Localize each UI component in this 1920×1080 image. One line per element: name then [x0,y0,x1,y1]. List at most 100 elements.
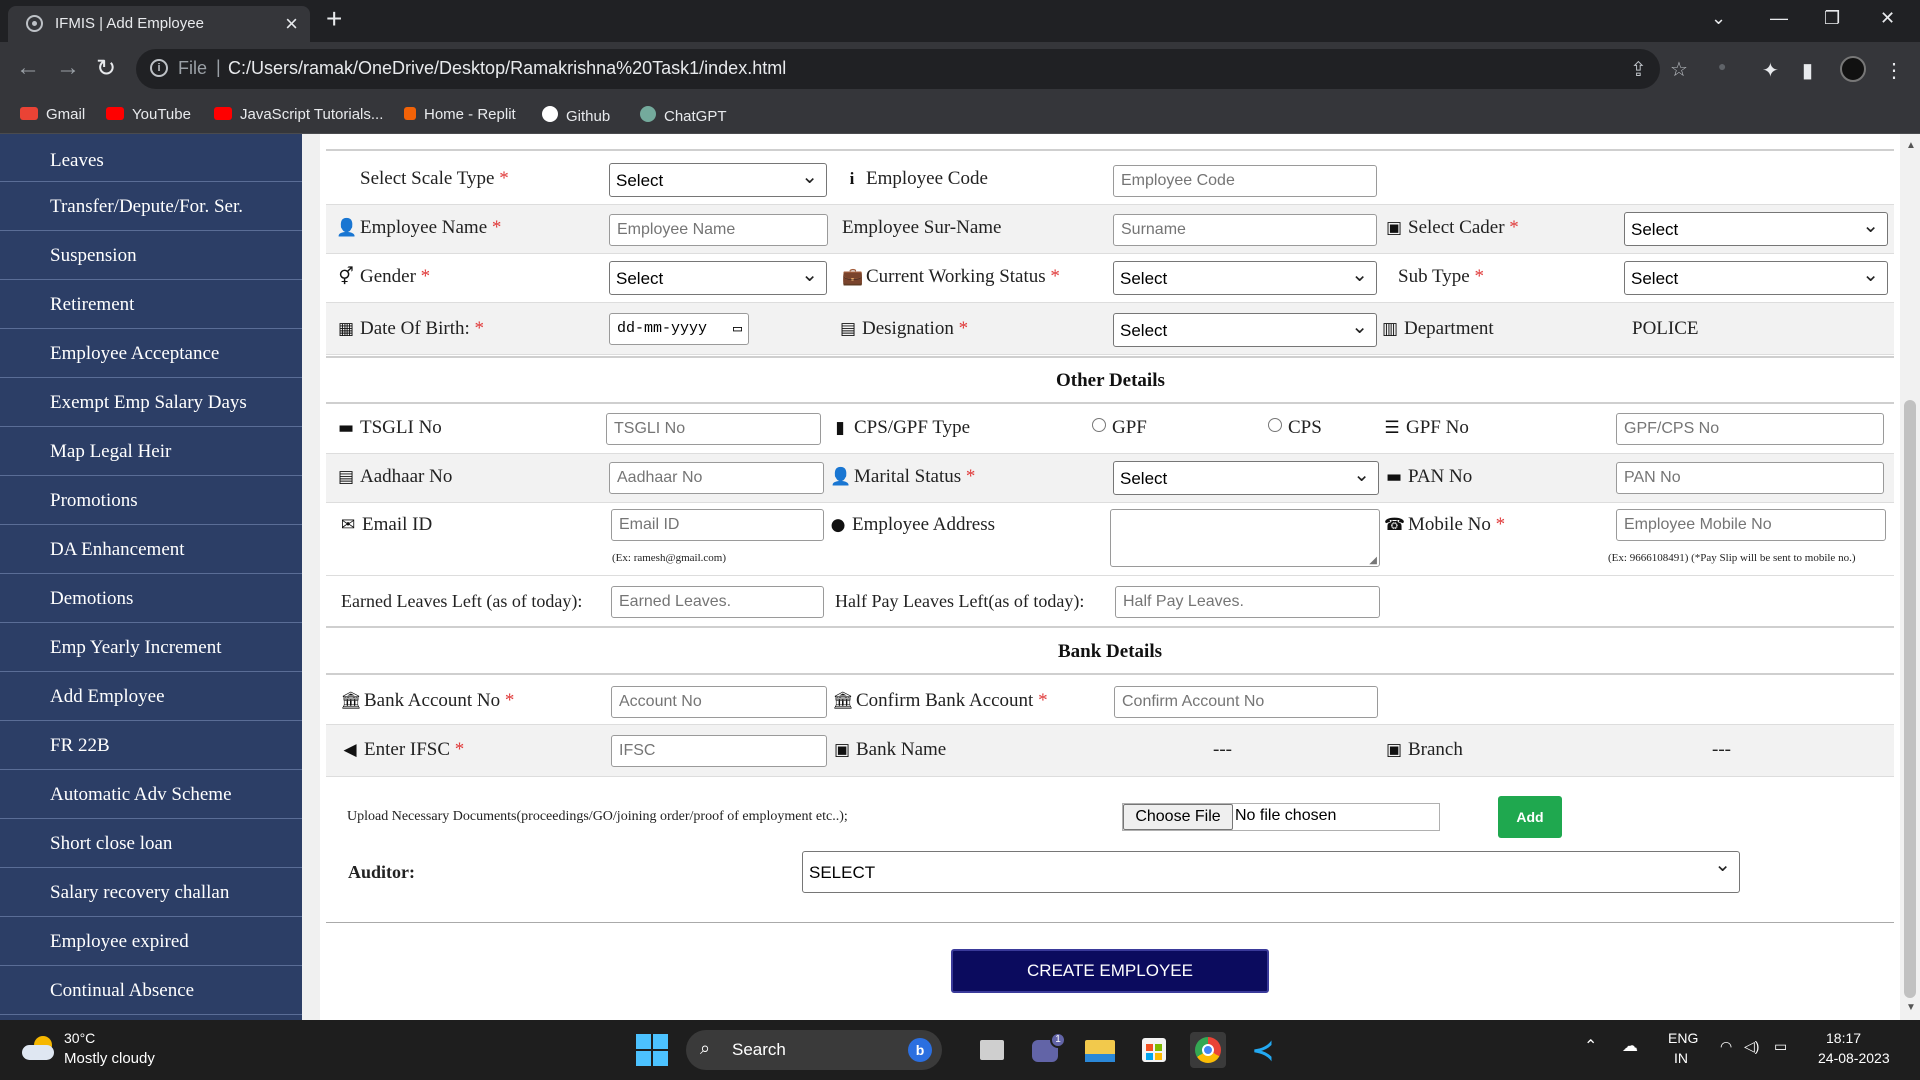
share-icon[interactable]: ⇪ [1630,57,1647,82]
microsoft-store-icon[interactable] [1136,1032,1172,1068]
aadhaar-input[interactable]: Aadhaar No [609,462,824,494]
sidebar-item-automatic-adv-scheme[interactable]: Automatic Adv Scheme [0,770,302,819]
gender-select[interactable]: Select [609,261,827,295]
bing-icon[interactable]: b [908,1038,932,1062]
gpf-no-input[interactable]: GPF/CPS No [1616,413,1884,445]
wifi-icon[interactable]: ◠ [1720,1038,1732,1055]
weather-condition[interactable]: Mostly cloudy [64,1050,155,1067]
resize-handle-icon[interactable]: ◢ [1369,555,1377,566]
clock-time[interactable]: 18:17 [1826,1030,1861,1046]
extension-dot-icon[interactable]: ● [1718,58,1726,74]
cader-select[interactable]: Select [1624,212,1888,246]
pan-input[interactable]: PAN No [1616,462,1884,494]
radio-cps[interactable]: CPS [1268,417,1322,439]
add-document-button[interactable]: Add [1498,796,1562,838]
bookmark-star-icon[interactable]: ☆ [1670,57,1688,82]
sidebar-item-da-enhancement[interactable]: DA Enhancement [0,525,302,574]
earned-leaves-input[interactable]: Earned Leaves. [611,586,824,618]
tab-close-button[interactable]: × [285,11,298,37]
tab-search-icon[interactable]: ⌄ [1711,8,1726,29]
clock-date[interactable]: 24-08-2023 [1818,1050,1890,1066]
windows-start-icon[interactable] [636,1034,668,1066]
sidebar-item-employee-acceptance[interactable]: Employee Acceptance [0,329,302,378]
sidebar-item-add-employee[interactable]: Add Employee [0,672,302,721]
mobile-input[interactable]: Employee Mobile No [1616,509,1886,541]
show-hidden-icons-icon[interactable]: ⌃ [1584,1036,1597,1056]
sidebar-item-employee-expired[interactable]: Employee expired [0,917,302,966]
sidebar-item-suspension[interactable]: Suspension [0,231,302,280]
radio-circle[interactable] [1092,418,1106,432]
battery-icon[interactable]: ▭ [1774,1038,1787,1055]
bookmark-javascript-tutorials[interactable]: JavaScript Tutorials... [214,106,383,123]
menu-kebab-icon[interactable]: ⋮ [1884,58,1904,83]
sidebar-item-retirement[interactable]: Retirement [0,280,302,329]
reload-icon[interactable]: ↻ [96,54,116,83]
minimize-icon[interactable]: — [1770,8,1788,29]
calendar-picker-icon[interactable]: ▭ [733,319,742,338]
sidebar-item-leaves[interactable]: Leaves [0,134,302,182]
radio-gpf[interactable]: GPF [1092,417,1147,439]
employee-name-input[interactable]: Employee Name [609,214,828,246]
page-scrollbar[interactable]: ▲ ▼ [1900,134,1920,1020]
sidebar-item-map-legal-heir[interactable]: Map Legal Heir [0,427,302,476]
url-text[interactable]: C:/Users/ramak/OneDrive/Desktop/Ramakris… [228,58,786,79]
bookmark-youtube[interactable]: YouTube [106,106,191,123]
bookmark-gmail[interactable]: Gmail [20,106,85,123]
scrollbar-thumb[interactable] [1904,400,1916,998]
sidebar-item-demotions[interactable]: Demotions [0,574,302,623]
weather-temperature[interactable]: 30°C [64,1030,95,1046]
restore-icon[interactable]: ❐ [1824,8,1840,29]
bookmark-replit[interactable]: Home - Replit [404,106,516,123]
sidebar-item-promotions[interactable]: Promotions [0,476,302,525]
sidebar-item-emp-yearly-increment[interactable]: Emp Yearly Increment [0,623,302,672]
volume-icon[interactable]: ◁) [1744,1038,1759,1055]
language-top[interactable]: ENG [1668,1030,1698,1046]
scale-type-select[interactable]: Select [609,163,827,197]
email-input[interactable]: Email ID [611,509,824,541]
onedrive-cloud-icon[interactable]: ☁ [1622,1036,1638,1056]
sidebar-item-short-close-loan[interactable]: Short close loan [0,819,302,868]
sub-type-select[interactable]: Select [1624,261,1888,295]
auditor-select[interactable]: SELECT [802,851,1740,893]
task-view-icon[interactable] [974,1032,1010,1068]
sidebar-item-exempt-emp-salary-days[interactable]: Exempt Emp Salary Days [0,378,302,427]
chrome-icon[interactable] [1190,1032,1226,1068]
weather-cloud-icon[interactable] [22,1036,56,1060]
half-pay-leaves-input[interactable]: Half Pay Leaves. [1115,586,1380,618]
file-explorer-icon[interactable] [1082,1032,1118,1068]
scroll-up-icon[interactable]: ▲ [1906,140,1916,151]
radio-circle[interactable] [1268,418,1282,432]
language-bottom[interactable]: IN [1674,1050,1688,1066]
create-employee-button[interactable]: CREATE EMPLOYEE [951,949,1269,993]
sidebar-item-continual-absence[interactable]: Continual Absence [0,966,302,1015]
designation-select[interactable]: Select [1113,313,1377,347]
address-bar[interactable]: i File | C:/Users/ramak/OneDrive/Desktop… [136,49,1688,89]
sidebar-item-salary-recovery-challan[interactable]: Salary recovery challan [0,868,302,917]
scroll-down-icon[interactable]: ▼ [1906,1002,1916,1013]
employee-code-input[interactable]: Employee Code [1113,165,1377,197]
vscode-icon[interactable]: ≺ [1246,1032,1282,1068]
confirm-account-input[interactable]: Confirm Account No [1114,686,1378,718]
info-icon[interactable]: i [150,59,168,77]
side-panel-icon[interactable]: ▮ [1802,58,1813,83]
employee-address-textarea[interactable]: ◢ [1110,509,1380,567]
browser-tab[interactable]: IFMIS | Add Employee × [8,6,310,42]
profile-avatar[interactable] [1840,56,1866,82]
back-icon[interactable]: ← [16,54,40,82]
sidebar-item-transfer[interactable]: Transfer/Depute/For. Ser. [0,182,302,231]
extensions-puzzle-icon[interactable]: ✦ [1762,58,1779,83]
taskbar-search[interactable]: ⌕ Search b [686,1030,942,1070]
marital-status-select[interactable]: Select [1113,461,1379,495]
forward-icon[interactable]: → [56,54,80,82]
close-window-icon[interactable]: ✕ [1880,8,1895,29]
working-status-select[interactable]: Select [1113,261,1377,295]
bookmark-chatgpt[interactable]: ChatGPT [640,106,727,125]
bank-account-input[interactable]: Account No [611,686,827,718]
dob-input[interactable]: dd-mm-yyyy ▭ [609,313,749,345]
teams-chat-icon[interactable]: 1 [1028,1032,1066,1068]
bookmark-github[interactable]: Github [542,106,610,125]
file-input[interactable]: Choose File No file chosen [1122,803,1440,831]
new-tab-button[interactable]: + [326,3,342,35]
ifsc-input[interactable]: IFSC [611,735,827,767]
surname-input[interactable]: Surname [1113,214,1377,246]
